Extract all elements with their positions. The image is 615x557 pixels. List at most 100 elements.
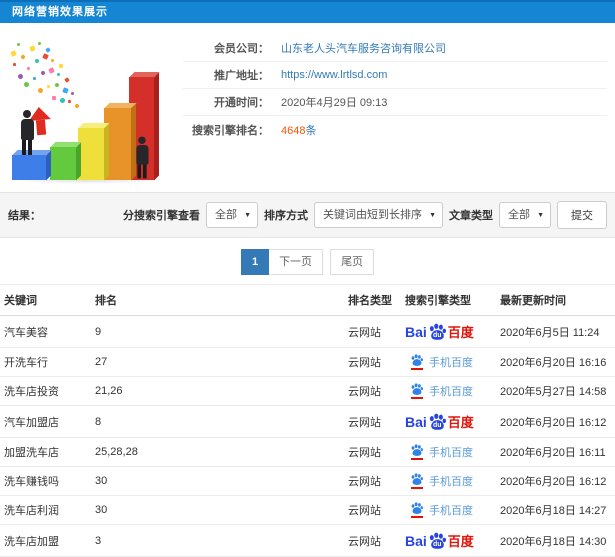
page-number-1[interactable]: 1: [240, 249, 270, 275]
company-info-panel: 会员公司： 山东老人头汽车服务咨询有限公司 推广地址： https://www.…: [183, 35, 607, 185]
confetti-dot: [37, 41, 42, 46]
rank-type-cell: 云网站: [344, 315, 401, 348]
page-title-bar: 网络营销效果展示: [0, 0, 615, 23]
confetti-dot: [26, 66, 31, 71]
baidu-mobile-logo: 手机百度: [405, 354, 473, 370]
businessman-figure-left: [19, 110, 35, 155]
engine-filter-select[interactable]: 全部 ▼: [206, 202, 258, 228]
baidu-logo: Bai du 百度: [405, 323, 474, 341]
rank-count-unit: 条: [305, 124, 317, 137]
keyword-cell: 洗车店加盟: [0, 524, 91, 557]
info-row-member: 会员公司： 山东老人头汽车服务咨询有限公司: [183, 35, 607, 62]
confetti-dot: [20, 54, 26, 60]
engine-rank-label: 搜索引擎排名：: [192, 124, 269, 137]
confetti-dot: [17, 73, 24, 80]
rank-cell: 27: [91, 347, 344, 377]
confetti-dot: [16, 42, 21, 47]
rank-cell: 30: [91, 495, 344, 525]
table-row: 开洗车行 27 云网站 手机百度 2020年6月20日 16:16: [0, 347, 615, 377]
table-row: 洗车赚钱吗 30 云网站 手机百度 2020年6月20日 16:12: [0, 466, 615, 496]
rank-type-cell: 云网站: [344, 466, 401, 496]
search-engine-cell: 手机百度: [401, 376, 496, 406]
engine-filter-value: 全部: [215, 209, 237, 221]
confetti-dot: [37, 87, 44, 94]
confetti-dot: [51, 95, 57, 101]
rank-type-cell: 云网站: [344, 437, 401, 467]
keyword-cell: 汽车美容: [0, 315, 91, 348]
baidu-mobile-logo: 手机百度: [405, 383, 473, 399]
confetti-dot: [22, 80, 31, 89]
engine-rank-value: 4648条: [281, 122, 316, 138]
rank-cell: 9: [91, 315, 344, 348]
submit-button[interactable]: 提交: [557, 201, 607, 229]
search-engine-cell: 手机百度: [401, 466, 496, 496]
illustration-bar-blue: [12, 155, 46, 180]
confetti-dot: [74, 103, 80, 109]
article-type-value: 全部: [508, 209, 530, 221]
rank-type-cell: 云网站: [344, 347, 401, 377]
illustration-bar-green: [50, 147, 76, 180]
businessman-figure-right: [135, 136, 150, 179]
confetti-dot: [58, 63, 64, 69]
confetti-dot: [62, 87, 69, 94]
search-engine-cell: Bai du 百度: [401, 315, 496, 348]
confetti-dot: [34, 58, 40, 64]
confetti-dot: [29, 45, 36, 52]
confetti-dot: [40, 70, 46, 76]
promo-url-link[interactable]: https://www.lrtlsd.com: [281, 69, 387, 81]
baidu-mobile-logo: 手机百度: [405, 502, 473, 518]
results-table-body: 汽车美容 9 云网站 Bai du 百度 2020年6月5日 11:24 开洗车行 27 云…: [0, 315, 615, 557]
baidu-paw-icon: [411, 383, 423, 395]
rank-count-number: 4648: [281, 124, 306, 137]
table-row: 洗车店利润 30 云网站 手机百度 2020年6月18日 14:27: [0, 495, 615, 525]
info-row-url: 推广地址： https://www.lrtlsd.com: [183, 62, 607, 89]
sort-filter-select[interactable]: 关键词由短到长排序 ▼: [314, 202, 443, 228]
open-time-value: 2020年4月29日 09:13: [281, 97, 388, 109]
promo-url-label: 推广地址：: [214, 70, 269, 82]
summary-section: 会员公司： 山东老人头汽车服务咨询有限公司 推广地址： https://www.…: [0, 23, 615, 185]
sort-filter-label: 排序方式: [264, 210, 308, 222]
confetti-dot: [56, 72, 61, 77]
pagination: 1 下一页 尾页: [0, 249, 615, 275]
baidu-mobile-logo: 手机百度: [405, 473, 473, 489]
last-page-button[interactable]: 尾页: [330, 249, 375, 275]
rank-type-cell: 云网站: [344, 495, 401, 525]
rank-type-cell: 云网站: [344, 405, 401, 438]
table-row: 洗车店加盟 3 云网站 Bai du 百度 2020年6月18日 14:30: [0, 524, 615, 557]
search-engine-cell: 手机百度: [401, 495, 496, 525]
rank-cell: 30: [91, 466, 344, 496]
baidu-logo: Bai du 百度: [405, 532, 474, 550]
confetti-dot: [42, 53, 49, 60]
keyword-cell: 洗车店利润: [0, 495, 91, 525]
info-row-open-time: 开通时间： 2020年4月29日 09:13: [183, 89, 607, 116]
confetti-dot: [46, 84, 51, 89]
search-engine-cell: Bai du 百度: [401, 405, 496, 438]
baidu-paw-icon: [411, 354, 423, 366]
confetti-dot: [54, 82, 60, 88]
chevron-down-icon: ▼: [244, 212, 251, 219]
next-page-button[interactable]: 下一页: [269, 249, 324, 275]
filter-bar: 结果： 分搜索引擎查看 全部 ▼ 排序方式 关键词由短到长排序 ▼ 文章类型 全…: [0, 192, 615, 238]
keyword-cell: 开洗车行: [0, 347, 91, 377]
member-company-link[interactable]: 山东老人头汽车服务咨询有限公司: [281, 40, 446, 56]
confetti-dot: [32, 76, 37, 81]
updated-time-cell: 2020年5月27日 14:58: [496, 376, 615, 406]
confetti-dot: [58, 96, 67, 105]
table-row: 加盟洗车店 25,28,28 云网站 手机百度 2020年6月20日 16:11: [0, 437, 615, 467]
confetti-dot: [45, 47, 51, 53]
confetti-dot: [10, 50, 17, 57]
keyword-cell: 洗车店投资: [0, 376, 91, 406]
sort-filter-value: 关键词由短到长排序: [323, 209, 422, 221]
rank-type-cell: 云网站: [344, 376, 401, 406]
chevron-down-icon: ▼: [537, 212, 544, 219]
confetti-dot: [48, 67, 55, 74]
filter-controls: 分搜索引擎查看 全部 ▼ 排序方式 关键词由短到长排序 ▼ 文章类型 全部 ▼ …: [123, 201, 607, 229]
rank-cell: 25,28,28: [91, 437, 344, 467]
results-table: 关键词 排名 排名类型 搜索引擎类型 最新更新时间 汽车美容 9 云网站 Bai du 百度…: [0, 284, 615, 557]
illustration-bar-yellow: [78, 128, 104, 180]
chevron-down-icon: ▼: [429, 212, 436, 219]
member-company-label: 会员公司：: [214, 43, 269, 55]
baidu-paw-icon: [411, 502, 423, 514]
confetti-dot: [67, 99, 72, 104]
article-type-select[interactable]: 全部 ▼: [499, 202, 551, 228]
